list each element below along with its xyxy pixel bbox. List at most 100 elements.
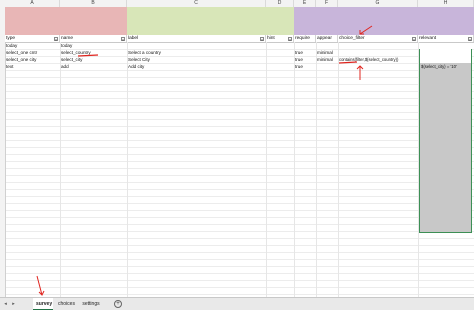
band-pink — [5, 7, 127, 35]
cell-required[interactable]: true — [294, 49, 316, 56]
cell-name[interactable]: select_country — [60, 49, 127, 56]
gridline — [5, 189, 474, 190]
column-letter-a[interactable]: A — [5, 0, 60, 7]
header-type[interactable]: type ▾ — [5, 35, 60, 42]
gridline — [5, 210, 474, 211]
header-label[interactable]: label ▾ — [127, 35, 266, 42]
header-required-label: require — [295, 36, 310, 41]
filter-dropdown-icon[interactable]: ▾ — [468, 36, 472, 42]
cell-label[interactable]: Select a country — [127, 49, 266, 56]
gridline — [5, 84, 474, 85]
gridline — [5, 126, 474, 127]
filter-dropdown-icon[interactable]: ▾ — [121, 36, 125, 42]
cell-choice-filter[interactable]: contains(filter,${select_country}) — [338, 56, 419, 63]
header-label-label: label — [128, 36, 139, 41]
cell-label[interactable]: Select City — [127, 56, 266, 63]
gridline — [316, 42, 317, 297]
cell-type[interactable]: select_one city — [5, 56, 60, 63]
gridline — [60, 42, 61, 297]
cell-name[interactable]: add — [60, 63, 127, 70]
header-choice-filter-label: choice_filter — [339, 36, 365, 41]
gridline — [266, 42, 267, 297]
gridline — [5, 266, 474, 267]
active-cell[interactable] — [420, 49, 471, 63]
nav-next-icon[interactable]: ▸ — [10, 300, 17, 308]
gridline — [5, 182, 474, 183]
gridline — [5, 98, 474, 99]
gridline — [5, 238, 474, 239]
gridline — [5, 91, 474, 92]
gridline — [5, 287, 474, 288]
gridline — [294, 42, 295, 297]
cell-type[interactable]: text — [5, 63, 60, 70]
column-letter-h[interactable]: H — [418, 0, 474, 7]
gridline — [5, 70, 474, 71]
gridline — [5, 259, 474, 260]
gridline — [127, 42, 128, 297]
filter-dropdown-icon[interactable]: ▾ — [54, 36, 58, 42]
cell-required[interactable]: true — [294, 56, 316, 63]
header-required[interactable]: require — [294, 35, 316, 42]
cell-type[interactable]: today — [5, 42, 60, 49]
gridline — [5, 105, 474, 106]
header-hint[interactable]: hint ▾ — [266, 35, 294, 42]
gridline — [5, 224, 474, 225]
gridline — [5, 217, 474, 218]
cell-type[interactable]: select_one cntr — [5, 49, 60, 56]
gridline — [5, 245, 474, 246]
gridline — [338, 42, 339, 297]
header-choice-filter[interactable]: choice_filter ▾ — [338, 35, 418, 42]
cell-appearance[interactable]: minimal — [316, 56, 338, 63]
gridline — [5, 294, 474, 295]
cell-name[interactable]: today — [60, 42, 127, 49]
band-green — [127, 7, 294, 35]
header-appearance-label: appear — [317, 36, 332, 41]
filter-dropdown-icon[interactable]: ▾ — [412, 36, 416, 42]
header-relevant-label: relevant — [419, 36, 437, 41]
cell-name[interactable]: select_city — [60, 56, 127, 63]
arrow-annotation-head — [356, 65, 364, 70]
cell-relevant[interactable]: ${select_city} = '10' — [420, 63, 472, 70]
column-letter-f[interactable]: F — [316, 0, 338, 7]
header-hint-label: hint — [267, 36, 275, 41]
column-letter-g[interactable]: G — [338, 0, 418, 7]
gridline — [5, 273, 474, 274]
add-sheet-icon[interactable]: + — [114, 300, 122, 308]
nav-prev-icon[interactable]: ◂ — [2, 300, 9, 308]
header-name-label: name — [61, 36, 73, 41]
gridline — [5, 196, 474, 197]
tab-settings[interactable]: settings — [79, 298, 103, 310]
gridline — [5, 140, 474, 141]
band-purple — [294, 7, 474, 35]
column-letter-b[interactable]: B — [60, 0, 127, 7]
gridline — [5, 147, 474, 148]
gridline — [5, 280, 474, 281]
arrow-annotation — [36, 275, 43, 296]
gridline — [5, 154, 474, 155]
spreadsheet: A B C D E F G H type ▾ name ▾ label ▾ hi… — [0, 0, 474, 310]
gridline — [5, 112, 474, 113]
filter-dropdown-icon[interactable]: ▾ — [260, 36, 264, 42]
gridline — [5, 161, 474, 162]
column-letter-e[interactable]: E — [294, 0, 316, 7]
cell-label[interactable]: Add city — [127, 63, 266, 70]
column-letter-d[interactable]: D — [266, 0, 294, 7]
sheet-tab-bar: ◂ ▸ survey choices settings + — [0, 297, 474, 310]
selected-range-column-h[interactable] — [419, 49, 472, 233]
gridline — [5, 77, 474, 78]
tab-choices[interactable]: choices — [55, 298, 77, 310]
header-appearance[interactable]: appear — [316, 35, 338, 42]
cell-required[interactable]: true — [294, 63, 316, 70]
header-type-label: type — [6, 36, 16, 41]
filter-dropdown-icon[interactable]: ▾ — [288, 36, 292, 42]
gridline — [5, 203, 474, 204]
gridline — [5, 168, 474, 169]
cell-appearance[interactable]: minimal — [316, 49, 338, 56]
column-letter-c[interactable]: C — [127, 0, 266, 7]
gridline — [5, 175, 474, 176]
header-relevant[interactable]: relevant ▾ — [418, 35, 474, 42]
gridline — [5, 119, 474, 120]
header-name[interactable]: name ▾ — [60, 35, 127, 42]
tab-survey[interactable]: survey — [33, 298, 53, 310]
gridline — [5, 252, 474, 253]
